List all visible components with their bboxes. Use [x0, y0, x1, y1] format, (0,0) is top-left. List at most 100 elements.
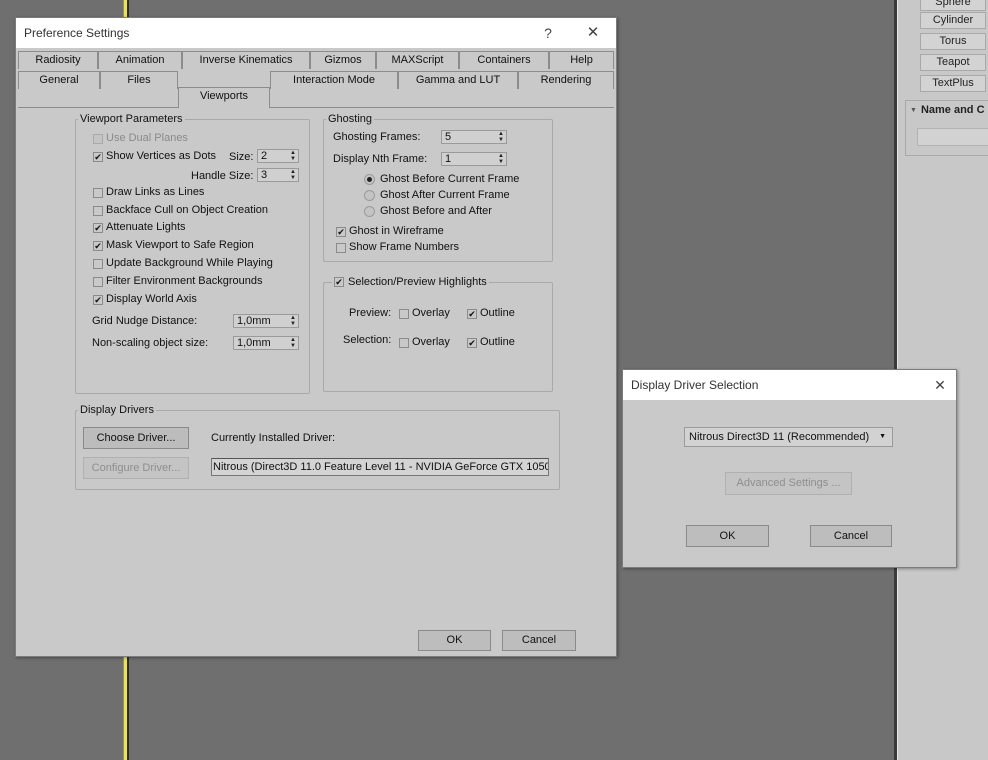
tab-radiosity[interactable]: Radiosity: [18, 51, 98, 69]
rollout-triangle-icon: ▼: [910, 107, 917, 114]
display-world-axis-label: Display World Axis: [106, 293, 197, 305]
spinner-arrows-icon[interactable]: ▲ ▼: [498, 153, 504, 165]
ghost-after-label: Ghost After Current Frame: [380, 189, 510, 201]
tab-maxscript[interactable]: MAXScript: [376, 51, 459, 69]
primitive-button-cylinder[interactable]: Cylinder: [920, 12, 986, 29]
backface-cull-checkbox[interactable]: [93, 206, 103, 216]
display-drivers-label: Display Drivers: [78, 404, 156, 416]
handle-size-label: Handle Size:: [191, 170, 254, 182]
selection-outline-label: Outline: [480, 336, 515, 348]
handle-size-value: 3: [261, 169, 268, 181]
primitive-button-sphere[interactable]: Sphere: [920, 0, 986, 11]
ghost-before-after-label: Ghost Before and After: [380, 205, 492, 217]
preference-settings-dialog: Preference Settings ? ✕ Radiosity Animat…: [15, 17, 617, 657]
spinner-arrows-icon[interactable]: ▲ ▼: [290, 150, 296, 162]
update-background-label: Update Background While Playing: [106, 257, 273, 269]
backface-cull-label: Backface Cull on Object Creation: [106, 204, 269, 216]
ok-button[interactable]: OK: [418, 630, 491, 651]
rollout-title-text: Name and C: [920, 104, 985, 116]
update-background-checkbox[interactable]: [93, 259, 103, 269]
driver-select-dropdown[interactable]: Nitrous Direct3D 11 (Recommended) ▼: [684, 427, 893, 447]
grid-nudge-spinner[interactable]: 1,0mm ▲ ▼: [233, 314, 299, 328]
ghost-before-radio[interactable]: [364, 174, 375, 185]
object-name-field[interactable]: [917, 128, 988, 146]
show-vertices-checkbox[interactable]: ✔: [93, 152, 103, 162]
tab-inverse-kinematics[interactable]: Inverse Kinematics: [182, 51, 310, 69]
ghost-after-radio[interactable]: [364, 190, 375, 201]
ghosting-label: Ghosting: [326, 113, 375, 125]
chevron-down-icon: ▼: [879, 433, 886, 440]
spinner-arrows-icon[interactable]: ▲ ▼: [498, 131, 504, 143]
highlights-header: ✔ Selection/Preview Highlights: [332, 276, 489, 288]
use-dual-planes-checkbox: [93, 134, 103, 144]
grid-nudge-value: 1,0mm: [237, 315, 271, 327]
primitive-button-teapot[interactable]: Teapot: [920, 54, 986, 71]
driver-dialog-titlebar: Display Driver Selection ✕: [623, 370, 956, 400]
attenuate-lights-checkbox[interactable]: ✔: [93, 223, 103, 233]
draw-links-checkbox[interactable]: [93, 188, 103, 198]
display-world-axis-checkbox[interactable]: ✔: [93, 295, 103, 305]
preview-label: Preview:: [349, 307, 392, 319]
viewport-parameters-label: Viewport Parameters: [78, 113, 185, 125]
attenuate-lights-label: Attenuate Lights: [106, 221, 186, 233]
primitive-button-torus[interactable]: Torus: [920, 33, 986, 50]
show-frame-numbers-checkbox[interactable]: [336, 243, 346, 253]
show-frame-numbers-label: Show Frame Numbers: [349, 241, 460, 253]
name-color-rollout-title[interactable]: ▼ Name and C: [910, 104, 985, 116]
choose-driver-button[interactable]: Choose Driver...: [83, 427, 189, 449]
tab-viewports[interactable]: Viewports: [178, 87, 270, 108]
tab-general[interactable]: General: [18, 71, 100, 89]
size-value: 2: [261, 150, 268, 162]
ghosting-frames-value: 5: [445, 131, 452, 143]
mask-viewport-checkbox[interactable]: ✔: [93, 241, 103, 251]
mask-viewport-label: Mask Viewport to Safe Region: [106, 239, 254, 251]
display-nth-frame-spinner[interactable]: 1 ▲ ▼: [441, 152, 507, 166]
close-icon[interactable]: ✕: [582, 22, 604, 44]
advanced-settings-button[interactable]: Advanced Settings ...: [725, 472, 852, 495]
ghosting-frames-label: Ghosting Frames:: [333, 131, 421, 143]
highlights-label: Selection/Preview Highlights: [348, 276, 487, 288]
tab-gamma-and-lut[interactable]: Gamma and LUT: [398, 71, 518, 89]
ghost-before-after-radio[interactable]: [364, 206, 375, 217]
driver-select-value: Nitrous Direct3D 11 (Recommended): [689, 431, 870, 443]
ghost-in-wireframe-label: Ghost in Wireframe: [349, 225, 444, 237]
cancel-button[interactable]: Cancel: [502, 630, 576, 651]
tab-rendering[interactable]: Rendering: [518, 71, 614, 89]
display-nth-frame-label: Display Nth Frame:: [333, 153, 428, 165]
preview-overlay-checkbox[interactable]: [399, 309, 409, 319]
tab-interaction-mode[interactable]: Interaction Mode: [270, 71, 398, 89]
selection-outline-checkbox[interactable]: ✔: [467, 338, 477, 348]
highlights-enable-checkbox[interactable]: ✔: [334, 277, 344, 287]
installed-driver-label: Currently Installed Driver:: [211, 432, 336, 444]
tab-gizmos[interactable]: Gizmos: [310, 51, 376, 69]
selection-overlay-label: Overlay: [412, 336, 450, 348]
tab-containers[interactable]: Containers: [459, 51, 549, 69]
installed-driver-field[interactable]: Nitrous (Direct3D 11.0 Feature Level 11 …: [211, 458, 549, 476]
selection-overlay-checkbox[interactable]: [399, 338, 409, 348]
preview-outline-label: Outline: [480, 307, 515, 319]
primitive-button-textplus[interactable]: TextPlus: [920, 75, 986, 92]
tab-baseline: [18, 107, 614, 108]
tab-files[interactable]: Files: [100, 71, 178, 89]
filter-environment-checkbox[interactable]: [93, 277, 103, 287]
preview-outline-checkbox[interactable]: ✔: [467, 309, 477, 319]
spinner-arrows-icon[interactable]: ▲ ▼: [290, 315, 296, 327]
tab-help[interactable]: Help: [549, 51, 614, 69]
configure-driver-button[interactable]: Configure Driver...: [83, 457, 189, 479]
ghosting-frames-spinner[interactable]: 5 ▲ ▼: [441, 130, 507, 144]
selection-label: Selection:: [343, 334, 392, 346]
filter-environment-label: Filter Environment Backgrounds: [106, 275, 263, 287]
help-icon[interactable]: ?: [537, 22, 559, 44]
size-spinner[interactable]: 2 ▲ ▼: [257, 149, 299, 163]
driver-ok-button[interactable]: OK: [686, 525, 769, 547]
nonscaling-size-spinner[interactable]: 1,0mm ▲ ▼: [233, 336, 299, 350]
close-icon[interactable]: ✕: [929, 374, 951, 396]
ghost-in-wireframe-checkbox[interactable]: ✔: [336, 227, 346, 237]
handle-size-spinner[interactable]: 3 ▲ ▼: [257, 168, 299, 182]
preview-overlay-label: Overlay: [412, 307, 450, 319]
tab-animation[interactable]: Animation: [98, 51, 182, 69]
draw-links-label: Draw Links as Lines: [106, 186, 205, 198]
driver-cancel-button[interactable]: Cancel: [810, 525, 892, 547]
spinner-arrows-icon[interactable]: ▲ ▼: [290, 169, 296, 181]
spinner-arrows-icon[interactable]: ▲ ▼: [290, 337, 296, 349]
